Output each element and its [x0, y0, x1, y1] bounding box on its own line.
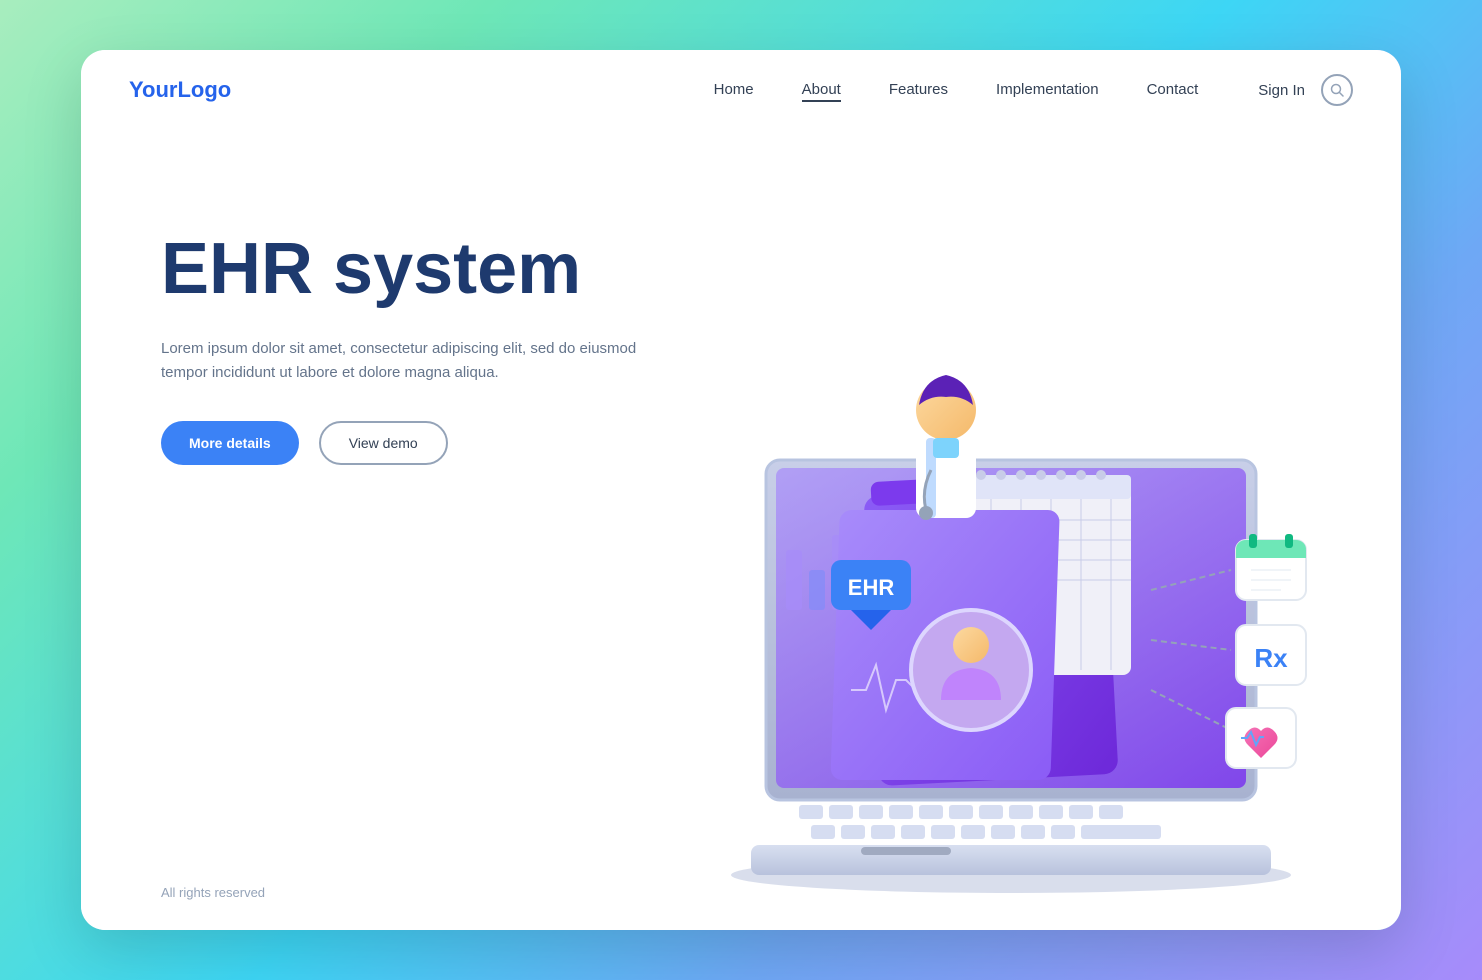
more-details-button[interactable]: More details: [161, 421, 299, 465]
view-demo-button[interactable]: View demo: [319, 421, 448, 465]
footer-copyright: All rights reserved: [161, 885, 265, 900]
nav-item-features[interactable]: Features: [889, 81, 948, 99]
nav-item-home[interactable]: Home: [714, 81, 754, 99]
sign-in-link[interactable]: Sign In: [1258, 82, 1305, 99]
nav-item-contact[interactable]: Contact: [1147, 81, 1199, 99]
svg-text:Rx: Rx: [1254, 643, 1288, 673]
hero-heading: EHR system: [161, 230, 641, 309]
svg-text:EHR: EHR: [848, 575, 895, 600]
main-card: YourLogo Home About Features Implementat…: [81, 50, 1401, 930]
hero-description: Lorem ipsum dolor sit amet, consectetur …: [161, 337, 641, 385]
nav-links: Home About Features Implementation Conta…: [714, 81, 1199, 99]
hero-buttons: More details View demo: [161, 421, 641, 465]
search-button[interactable]: [1321, 74, 1353, 106]
illustration: EHR: [651, 190, 1401, 920]
navbar: YourLogo Home About Features Implementat…: [81, 50, 1401, 130]
logo: YourLogo: [129, 77, 231, 103]
main-content: EHR system Lorem ipsum dolor sit amet, c…: [81, 130, 1401, 930]
hero-text-area: EHR system Lorem ipsum dolor sit amet, c…: [161, 230, 641, 465]
nav-item-implementation[interactable]: Implementation: [996, 81, 1099, 99]
ehr-illustration-svg: EHR: [651, 190, 1401, 920]
search-icon: [1330, 83, 1344, 97]
nav-right: Sign In: [1258, 74, 1353, 106]
nav-item-about[interactable]: About: [802, 81, 841, 99]
